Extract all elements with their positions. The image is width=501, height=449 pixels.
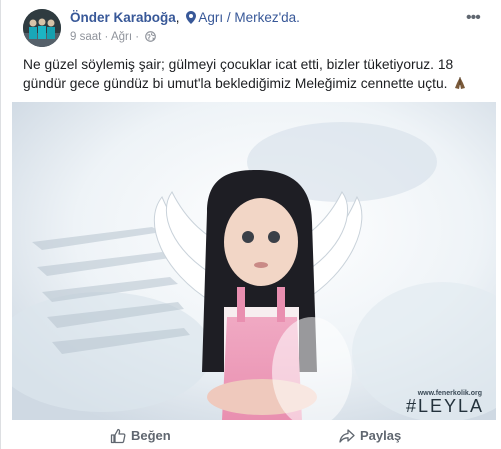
photo-illustration <box>12 102 496 420</box>
share-arrow-icon <box>339 429 355 443</box>
author-name[interactable]: Önder Karaboğa <box>70 10 176 25</box>
location-link[interactable]: Agrı / Merkez'da. <box>198 10 300 25</box>
post-border <box>0 0 1 449</box>
action-bar: Beğen Paylaş <box>0 420 501 449</box>
post-timestamp[interactable]: 9 saat <box>70 31 101 43</box>
audience-label[interactable]: Ağrı <box>111 31 132 43</box>
praying-hands-icon <box>453 76 467 95</box>
post-text: Ne güzel söylemiş şair; gülmeyi çocuklar… <box>23 55 493 95</box>
facebook-post: Önder Karaboğa, Agrı / Merkez'da. 9 saat… <box>0 0 501 449</box>
author-avatar[interactable] <box>23 9 61 47</box>
globe-icon[interactable] <box>145 31 157 45</box>
watermark-hashtag: #LEYLA <box>405 396 484 416</box>
post-meta: 9 saat · Ağrı · <box>70 31 157 45</box>
post-text-body: Ne güzel söylemiş şair; gülmeyi çocuklar… <box>23 57 454 91</box>
like-label: Beğen <box>131 428 171 443</box>
author-line: Önder Karaboğa, Agrı / Merkez'da. <box>70 10 300 27</box>
more-options-icon[interactable]: ••• <box>466 9 481 27</box>
like-button[interactable]: Beğen <box>110 428 171 444</box>
map-pin-icon <box>186 11 197 27</box>
share-label: Paylaş <box>360 428 402 443</box>
share-button[interactable]: Paylaş <box>339 428 401 444</box>
author-separator: , <box>175 10 180 25</box>
post-photo[interactable]: www.fenerkolik.org #LEYLA <box>12 102 496 420</box>
thumbs-up-icon <box>110 428 126 444</box>
